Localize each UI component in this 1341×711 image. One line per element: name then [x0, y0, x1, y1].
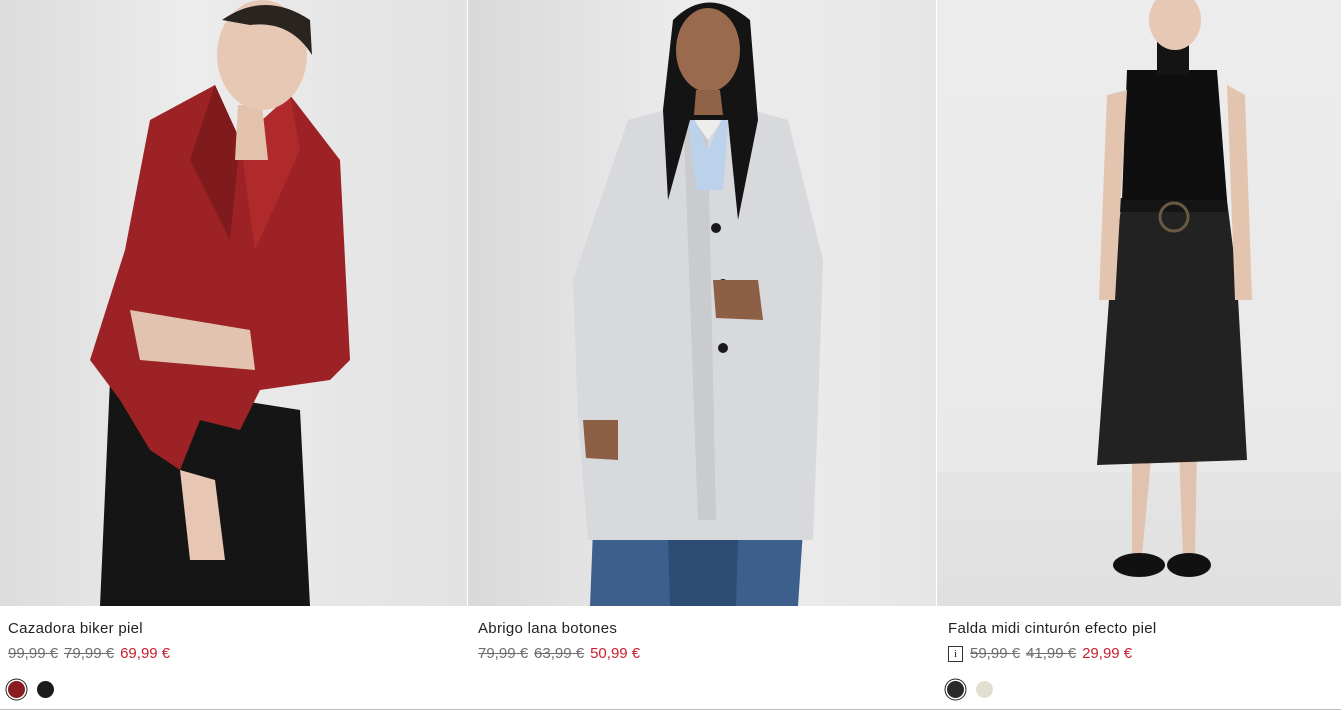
color-swatch-red[interactable]: [8, 681, 25, 698]
info-icon[interactable]: i: [948, 645, 963, 662]
product-card[interactable]: Falda midi cinturón efecto piel i 59,99 €…: [937, 0, 1341, 711]
product-image[interactable]: [0, 0, 467, 606]
sale-price: 69,99 €: [120, 645, 171, 662]
product-card[interactable]: Cazadora biker piel 99,99 € 79,99 € 69,99 …: [0, 0, 467, 711]
color-swatches: [8, 681, 54, 698]
product-grid: Cazadora biker piel 99,99 € 79,99 € 69,99 …: [0, 0, 1341, 711]
product-image[interactable]: [468, 0, 936, 606]
previous-price: 79,99 €: [64, 645, 115, 662]
original-price: 79,99 €: [478, 645, 529, 662]
sale-price: 29,99 €: [1082, 645, 1133, 662]
divider: [0, 709, 1341, 710]
previous-price: 41,99 €: [1026, 645, 1077, 662]
product-card[interactable]: Abrigo lana botones 79,99 € 63,99 € 50,99 …: [468, 0, 936, 711]
color-swatches: [947, 681, 993, 698]
price-group: i 59,99 € 41,99 € 29,99 €: [948, 645, 1132, 662]
color-swatch-black[interactable]: [947, 681, 964, 698]
price-group: 79,99 € 63,99 € 50,99 €: [478, 645, 640, 662]
product-name[interactable]: Cazadora biker piel: [8, 620, 143, 637]
product-name[interactable]: Falda midi cinturón efecto piel: [948, 620, 1157, 637]
product-image[interactable]: [937, 0, 1341, 606]
original-price: 59,99 €: [970, 645, 1021, 662]
price-group: 99,99 € 79,99 € 69,99 €: [8, 645, 170, 662]
original-price: 99,99 €: [8, 645, 59, 662]
previous-price: 63,99 €: [534, 645, 585, 662]
product-name[interactable]: Abrigo lana botones: [478, 620, 617, 637]
sale-price: 50,99 €: [590, 645, 641, 662]
color-swatch-cream[interactable]: [976, 681, 993, 698]
color-swatch-black[interactable]: [37, 681, 54, 698]
